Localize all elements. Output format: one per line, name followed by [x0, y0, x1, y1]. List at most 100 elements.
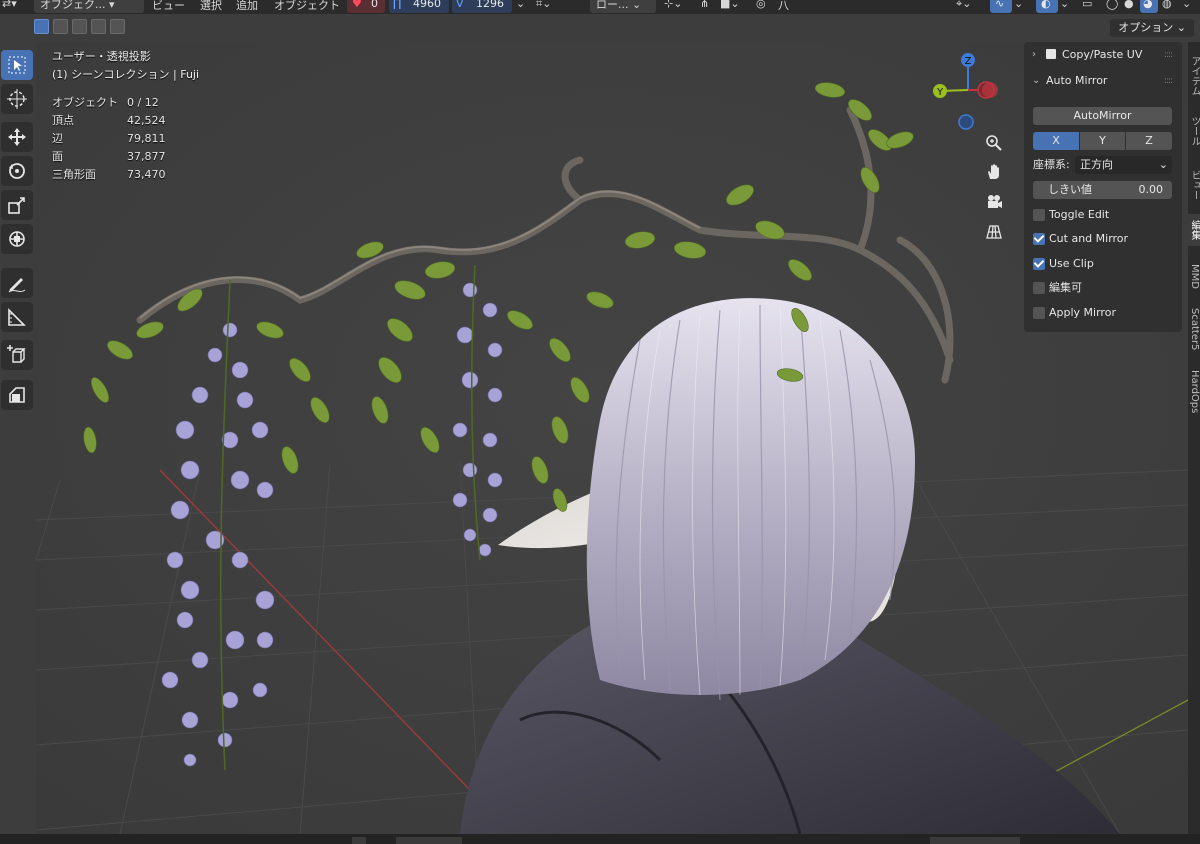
- editor-type-icon[interactable]: ⇄▾: [2, 0, 17, 10]
- threshold-value: 0.00: [1138, 183, 1164, 196]
- heart-icon: ♥: [352, 0, 362, 10]
- pan-hand-icon[interactable]: [981, 159, 1007, 185]
- snap-target-icon[interactable]: ■⌄: [720, 0, 740, 10]
- pivot-dropdown-label: ロー...: [596, 0, 629, 11]
- transform-icon: [9, 231, 25, 247]
- measure-tool[interactable]: [1, 302, 33, 332]
- add-cube-tool[interactable]: [1, 340, 33, 370]
- cursor-tool[interactable]: [1, 84, 33, 114]
- material-shading-button[interactable]: ◕: [1140, 0, 1158, 13]
- xray-toggle[interactable]: ◐: [1036, 0, 1058, 13]
- checkbox[interactable]: [1033, 307, 1045, 319]
- proportional-label: 八: [778, 0, 789, 12]
- solid-shading-icon[interactable]: ●: [1124, 0, 1134, 10]
- bevel-tool[interactable]: [1, 380, 33, 410]
- auto-mirror-button[interactable]: AutoMirror: [1033, 107, 1172, 125]
- copy-paste-uv-title: Copy/Paste UV: [1046, 42, 1142, 68]
- 3d-cursor-icon: [7, 89, 27, 109]
- toggle-xray-icon[interactable]: ▭: [1082, 0, 1092, 10]
- uv-icon: [1046, 49, 1056, 59]
- checkbox[interactable]: [1033, 282, 1045, 294]
- stat-value: 79,811: [127, 132, 166, 145]
- drag-grip-icon[interactable]: ::::: [1164, 68, 1173, 94]
- copy-paste-uv-label: Copy/Paste UV: [1062, 48, 1143, 61]
- timeline-handle[interactable]: [352, 837, 366, 844]
- auto-mirror-header[interactable]: ⌄ Auto Mirror ::::: [1024, 68, 1182, 94]
- axis-z-button[interactable]: Z: [1126, 132, 1172, 150]
- chevron-right-icon: ›: [1032, 49, 1036, 60]
- select-box-tool[interactable]: [1, 50, 33, 80]
- 3d-viewport[interactable]: Z Y: [36, 42, 1188, 834]
- tab-scatter5[interactable]: Scatter5: [1188, 304, 1200, 354]
- menu-add[interactable]: 追加: [236, 0, 258, 13]
- bevel-icon: [9, 387, 25, 403]
- transform-tool[interactable]: [1, 224, 33, 254]
- tab-item[interactable]: アイテム: [1188, 52, 1200, 100]
- snap-icon[interactable]: ⋔: [700, 0, 709, 10]
- axis-x-button[interactable]: X: [1033, 132, 1079, 150]
- zoom-icon[interactable]: [981, 130, 1007, 156]
- stat-label: 辺: [52, 132, 63, 145]
- drag-grip-icon[interactable]: ::::: [1164, 42, 1173, 68]
- frame-control[interactable]: [930, 837, 1020, 844]
- wireframe-shading-icon[interactable]: ◯: [1106, 0, 1118, 10]
- counter-a-box[interactable]: ♥ 0: [347, 0, 385, 13]
- tab-edit[interactable]: 編集: [1188, 214, 1200, 246]
- counter-b-box[interactable]: ∏ 4960: [389, 0, 449, 13]
- overlay-toggle[interactable]: ∿: [990, 0, 1012, 13]
- threshold-field[interactable]: しきい値 0.00: [1033, 181, 1172, 199]
- stat-value: 0 / 12: [127, 96, 159, 109]
- menu-select[interactable]: 選択: [200, 0, 222, 13]
- pivot-point-icon[interactable]: ⊹⌄: [664, 0, 682, 10]
- mode-dropdown[interactable]: オブジェク... ▾: [34, 0, 144, 13]
- select-intersect-icon[interactable]: [110, 19, 125, 34]
- select-extend-icon[interactable]: [53, 19, 68, 34]
- proportional-icon[interactable]: ◎: [756, 0, 766, 10]
- annotate-tool[interactable]: [1, 268, 33, 298]
- counter-a: 0: [371, 0, 378, 10]
- scene-render: [36, 42, 1188, 834]
- chevron-down-icon: ⌄: [1158, 158, 1168, 171]
- tab-mmd[interactable]: MMD: [1188, 256, 1200, 296]
- gizmo-neg-z[interactable]: [958, 114, 974, 130]
- stat-row-triangles: 三角形面 73,470: [52, 166, 192, 184]
- transform-orientation-icon[interactable]: ⌗⌄: [536, 0, 551, 11]
- copy-paste-uv-header[interactable]: › Copy/Paste UV ::::: [1024, 42, 1182, 68]
- navigation-gizmo[interactable]: Z Y: [928, 50, 1008, 130]
- rotate-icon: [9, 163, 25, 179]
- overlay-dropdown-icon[interactable]: ⌄: [1014, 0, 1023, 10]
- rendered-shading-icon[interactable]: ◍: [1162, 0, 1172, 10]
- counter-c-box[interactable]: V 1296: [452, 0, 512, 13]
- rotate-tool[interactable]: [1, 156, 33, 186]
- show-gizmo-icon[interactable]: ⌖⌄: [956, 0, 971, 11]
- checkbox-label: Use Clip: [1049, 257, 1094, 270]
- options-dropdown[interactable]: オプション ⌄: [1110, 19, 1194, 37]
- tab-view[interactable]: ビュー: [1188, 162, 1200, 208]
- perspective-grid-icon[interactable]: [981, 219, 1007, 245]
- camera-icon[interactable]: [981, 189, 1007, 215]
- shading-dropdown-icon[interactable]: ⌄: [1182, 0, 1191, 10]
- menu-view[interactable]: ビュー: [152, 0, 185, 13]
- auto-mirror-title: Auto Mirror: [1046, 74, 1108, 87]
- move-tool[interactable]: [1, 122, 33, 152]
- xray-dropdown-icon[interactable]: ⌄: [1060, 0, 1069, 10]
- pivot-dropdown[interactable]: ロー... ⌄: [590, 0, 656, 13]
- stat-label: 三角形面: [52, 168, 96, 181]
- gizmo-x-axis[interactable]: [982, 82, 998, 98]
- select-subtract-icon[interactable]: [72, 19, 87, 34]
- checkbox[interactable]: [1033, 233, 1045, 245]
- select-invert-icon[interactable]: [91, 19, 106, 34]
- counter-dropdown-icon[interactable]: ⌄: [516, 0, 525, 10]
- menu-object[interactable]: オブジェクト: [274, 0, 340, 13]
- gizmo-z-label: Z: [965, 56, 972, 67]
- orientation-dropdown[interactable]: 正方向 ⌄: [1075, 156, 1172, 174]
- select-new-icon[interactable]: [34, 19, 49, 34]
- vee-icon: V: [456, 0, 464, 10]
- checkbox[interactable]: [1033, 258, 1045, 270]
- tab-hardops[interactable]: HardOps: [1188, 366, 1200, 418]
- tab-tool[interactable]: ツール: [1188, 108, 1200, 154]
- axis-y-button[interactable]: Y: [1080, 132, 1125, 150]
- checkbox[interactable]: [1033, 209, 1045, 221]
- timeline-control[interactable]: [396, 837, 462, 844]
- scale-tool[interactable]: [1, 190, 33, 220]
